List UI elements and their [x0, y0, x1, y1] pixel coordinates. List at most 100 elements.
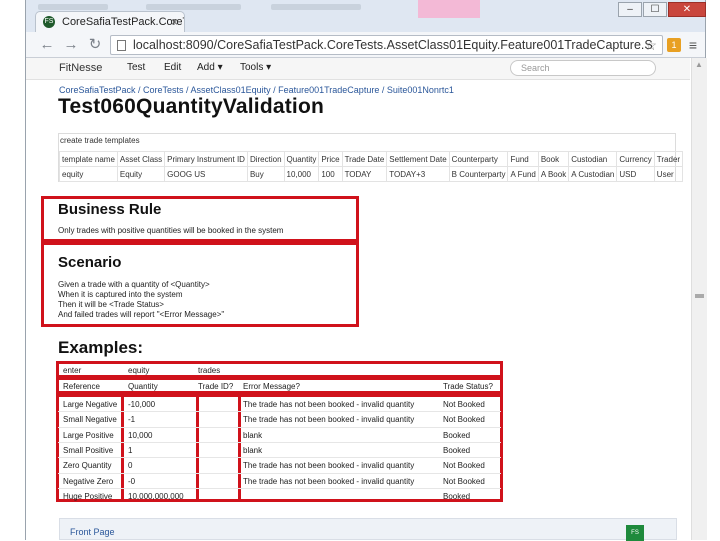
table-cell: Zero Quantity [63, 461, 112, 471]
breadcrumb[interactable]: CoreSafiaTestPack / CoreTests / AssetCla… [59, 85, 454, 95]
table-cell: blank [243, 430, 263, 440]
nav-test[interactable]: Test [127, 62, 145, 73]
brand-logo[interactable]: FitNesse [59, 62, 102, 74]
template-header-cell: Asset Class [116, 151, 166, 167]
header-reference: Reference [63, 382, 100, 391]
template-value-cell: Buy [246, 166, 285, 182]
nav-edit[interactable]: Edit [164, 62, 181, 73]
highlighted-window-tab [418, 0, 480, 18]
business-rule-text: Only trades with positive quantities wil… [58, 226, 284, 235]
table-call-cell: trades [198, 366, 221, 375]
url-text: localhost:8090/CoreSafiaTestPack.CoreTes… [133, 38, 653, 52]
template-header-cell: Custodian [568, 151, 618, 167]
extension-icon[interactable]: 1 [667, 38, 681, 52]
fitnesse-favicon-icon: FS [43, 16, 55, 28]
template-value-cell: equity [59, 166, 118, 182]
template-value-cell: TODAY+3 [386, 166, 450, 182]
template-value-cell: 100 [318, 166, 343, 182]
table-call-cell: enter [63, 366, 82, 375]
bookmark-star-icon[interactable]: ☆ [644, 36, 657, 54]
template-grid: template name Asset Class Primary Instrume… [59, 151, 684, 182]
table-cell: blank [243, 445, 263, 455]
table-cell: -0 [128, 476, 136, 486]
blurred-title-text [271, 4, 361, 10]
search-input[interactable]: Search [510, 60, 656, 76]
table-cell: Not Booked [443, 461, 485, 471]
scenario-line-3: Then it will be <Trade Status> [58, 300, 164, 309]
template-value-cell: User [653, 166, 684, 182]
template-value-cell: A Custodian [568, 166, 618, 182]
table-cell: Negative Zero [63, 476, 114, 486]
vertical-scrollbar[interactable]: ▲ [691, 58, 707, 540]
scroll-up-icon[interactable]: ▲ [695, 60, 703, 69]
fitnesse-logo-icon: FS [626, 525, 644, 541]
address-bar[interactable]: localhost:8090/CoreSafiaTestPack.CoreTes… [110, 35, 663, 55]
table-cell: 10,000 [128, 430, 153, 440]
template-header-cell: Fund [507, 151, 539, 167]
title-bar: FS CoreSafiaTestPack.CoreTe × – ☐ ✕ [26, 0, 706, 32]
template-value-cell: B Counterparty [448, 166, 509, 182]
browser-toolbar: ← → ↻ localhost:8090/CoreSafiaTestPack.C… [26, 32, 705, 58]
scenario-line-2: When it is captured into the system [58, 290, 183, 299]
template-value-cell: 10,000 [283, 166, 320, 182]
row-divider [58, 426, 501, 428]
forward-arrow-icon[interactable]: → [62, 36, 80, 54]
header-error-message: Error Message? [243, 382, 300, 391]
reload-icon[interactable]: ↻ [86, 36, 104, 54]
trade-template-table: create trade templates template name Asse… [58, 133, 684, 182]
table-cell: Huge Positive [63, 491, 113, 501]
template-header-cell: Trade Date [341, 151, 388, 167]
table-cell: The trade has not been booked - invalid … [243, 476, 415, 486]
nav-add[interactable]: Add ▾ [197, 62, 223, 73]
template-value-cell: Equity [116, 166, 166, 182]
browser-menu-icon[interactable]: ≡ [685, 37, 701, 53]
template-header-cell: Currency [616, 151, 655, 167]
row-divider [58, 457, 501, 459]
page-title: Test060QuantityValidation [58, 95, 325, 118]
row-divider [58, 487, 501, 489]
maximize-button[interactable]: ☐ [643, 2, 667, 17]
tab-close-icon[interactable]: × [171, 12, 178, 32]
table-cell: Booked [443, 491, 471, 501]
template-table-name: create trade templates [60, 136, 140, 145]
table-cell: 10,000,000,000 [128, 491, 184, 501]
table-cell: Booked [443, 430, 471, 440]
quantity-column-box [121, 394, 199, 502]
table-cell: The trade has not been booked - invalid … [243, 400, 415, 409]
template-header-cell: Counterparty [448, 151, 509, 167]
table-cell: Booked [443, 445, 471, 455]
back-arrow-icon[interactable]: ← [38, 36, 56, 54]
scenario-line-4: And failed trades will report "<Error Me… [58, 310, 225, 319]
template-value-cell: TODAY [341, 166, 388, 182]
business-rule-heading: Business Rule [58, 201, 162, 218]
row-divider [58, 472, 501, 474]
nav-tools[interactable]: Tools ▾ [240, 62, 271, 73]
table-cell: Small Positive [63, 445, 114, 455]
template-value-cell: GOOG US [164, 166, 248, 182]
table-call-box [56, 361, 503, 378]
table-cell: The trade has not been booked - invalid … [243, 461, 415, 471]
front-page-link[interactable]: Front Page [70, 527, 115, 537]
table-cell: Large Negative [63, 400, 118, 409]
template-header-cell: Book [537, 151, 570, 167]
table-cell: Not Booked [443, 400, 485, 409]
close-window-button[interactable]: ✕ [668, 2, 706, 17]
examples-heading: Examples: [58, 338, 144, 357]
scroll-thumb[interactable] [695, 294, 704, 298]
table-cell: 0 [128, 461, 133, 471]
scenario-line-1: Given a trade with a quantity of <Quanti… [58, 280, 210, 289]
minimize-button[interactable]: – [618, 2, 642, 17]
browser-tab[interactable]: FS CoreSafiaTestPack.CoreTe × [35, 11, 185, 32]
table-cell: The trade has not been booked - invalid … [243, 415, 415, 425]
row-divider [58, 441, 501, 443]
template-header-cell: Primary Instrument ID [164, 151, 248, 167]
template-value-cell: A Book [537, 166, 570, 182]
table-cell: 1 [128, 445, 133, 455]
table-cell: Small Negative [63, 415, 117, 425]
table-call-cell: equity [128, 366, 150, 375]
template-value-cell: A Fund [507, 166, 539, 182]
row-divider [58, 411, 501, 413]
template-header-cell: Price [318, 151, 343, 167]
scenario-heading: Scenario [58, 254, 122, 271]
page-icon [117, 40, 126, 51]
